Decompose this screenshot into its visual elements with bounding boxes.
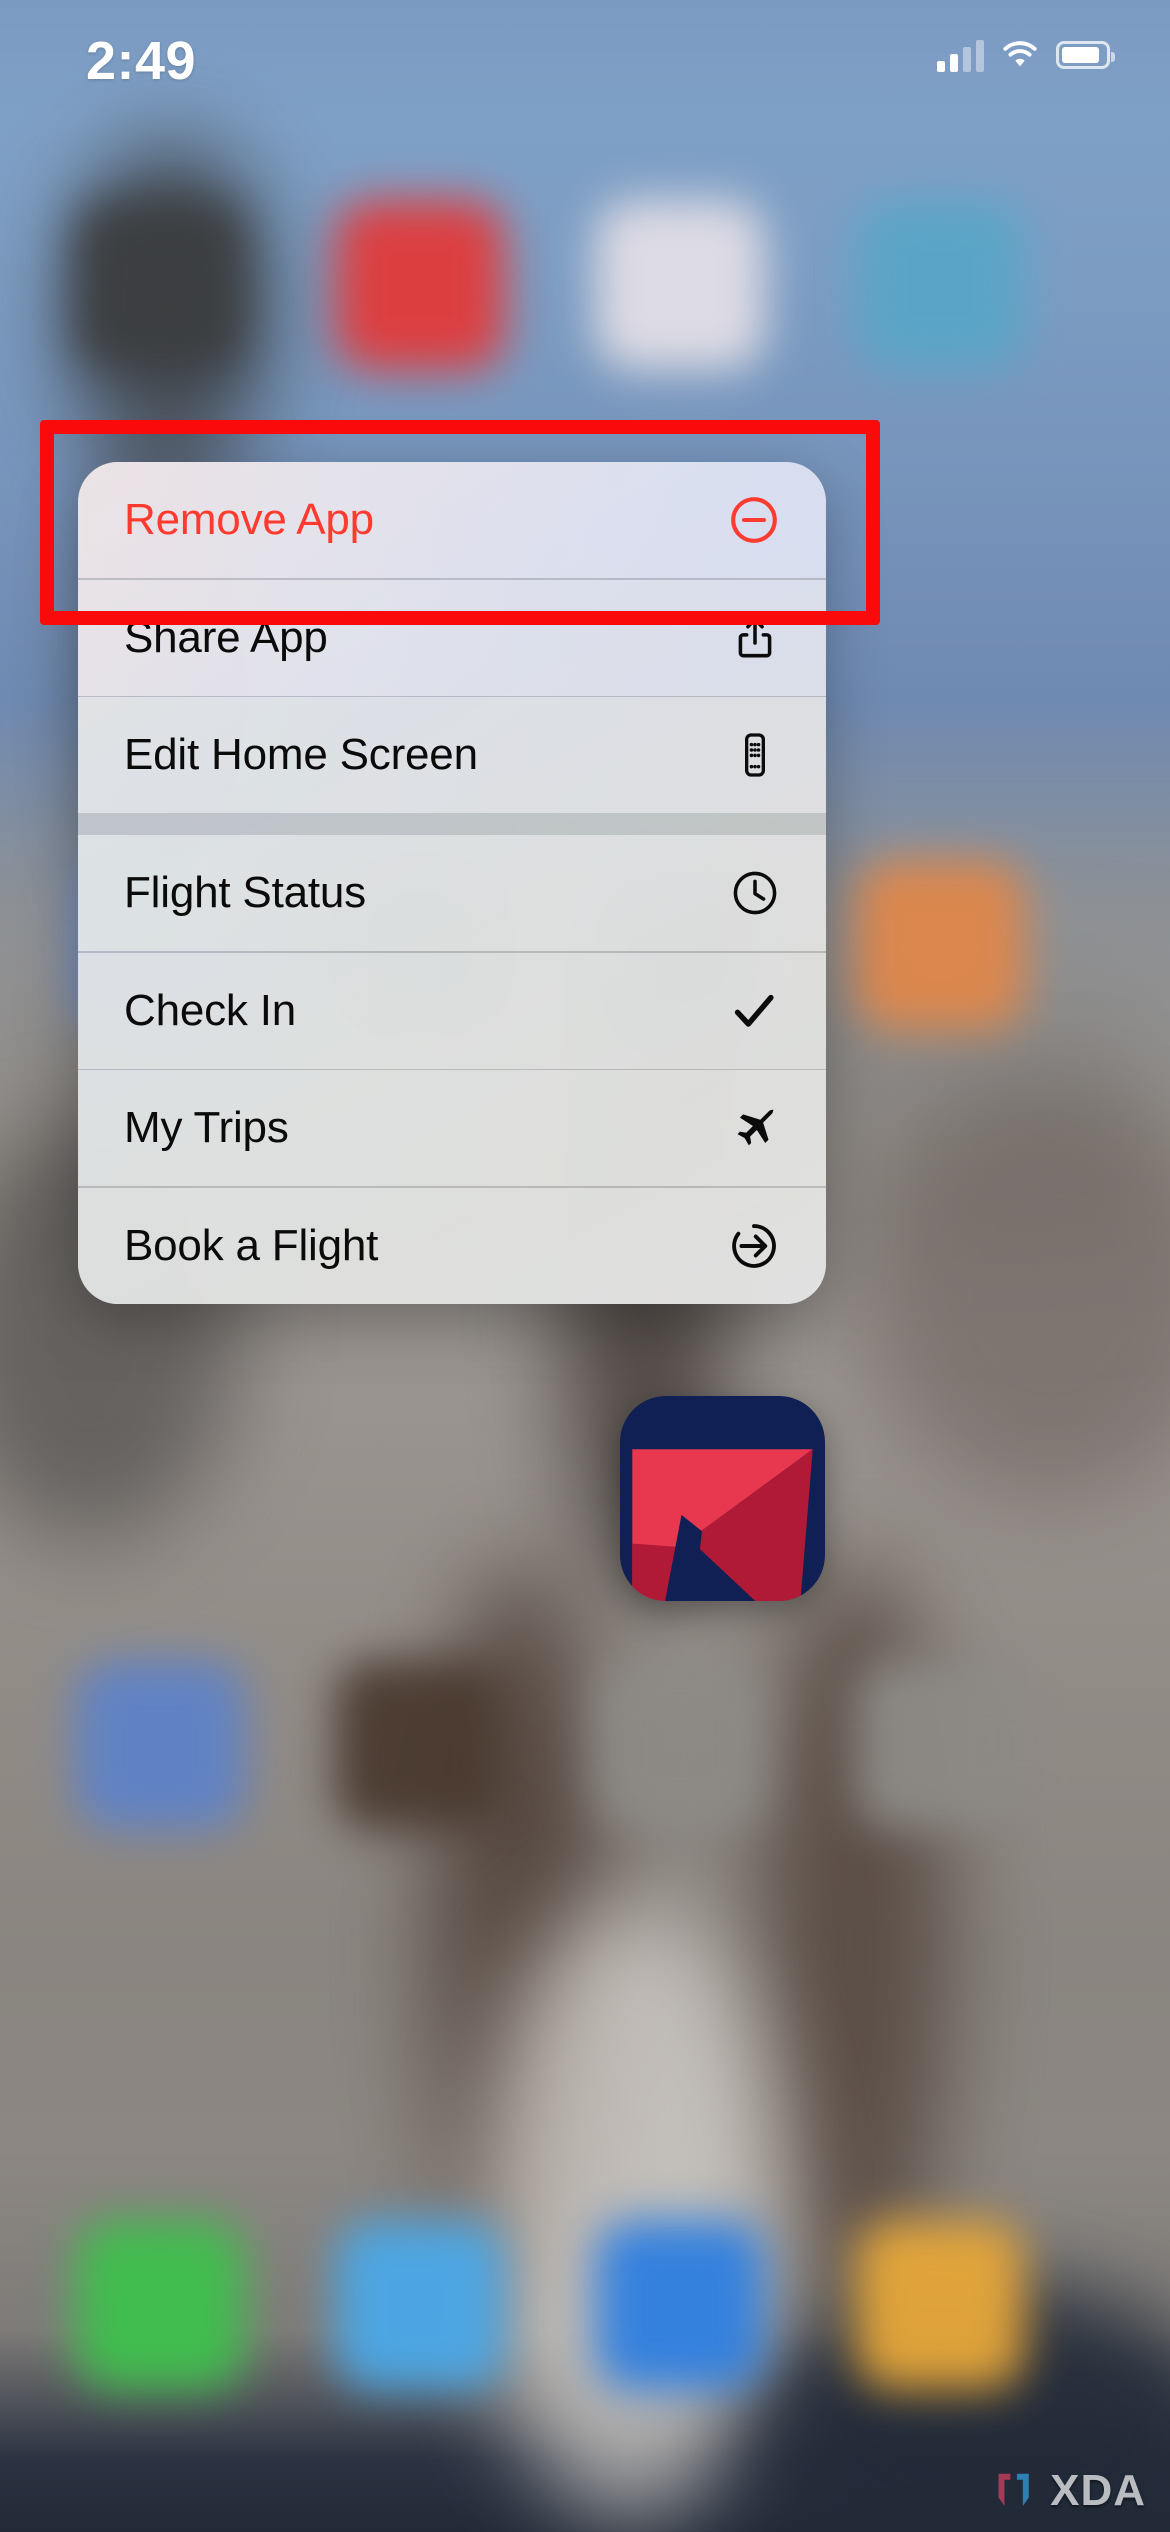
- context-menu-item-my-trips[interactable]: My Trips: [78, 1070, 826, 1186]
- context-menu-item-label: Check In: [124, 985, 297, 1035]
- blurred-app-icon-9[interactable]: [75, 1660, 245, 1830]
- context-menu-item-flight-status[interactable]: Flight Status: [78, 835, 826, 951]
- arrow-right-circle-icon: [718, 1220, 780, 1272]
- blurred-app-icon-1[interactable]: [75, 200, 245, 370]
- iphone-home-screen: 2:49 Remove App Share App Edit Home Scre…: [0, 0, 1170, 2532]
- context-menu-item-book-a-flight[interactable]: Book a Flight: [78, 1187, 826, 1304]
- context-menu-item-check-in[interactable]: Check In: [78, 952, 826, 1069]
- blurred-app-icon-4[interactable]: [855, 200, 1025, 370]
- clock-icon: [718, 868, 780, 918]
- blurred-app-icon-3[interactable]: [595, 200, 765, 370]
- edit-home-screen-icon: [718, 730, 780, 780]
- context-menu-item-label: Share App: [124, 612, 328, 662]
- context-menu-item-share-app[interactable]: Share App: [78, 579, 826, 696]
- app-context-menu[interactable]: Remove App Share App Edit Home Screen Fl…: [78, 462, 826, 1304]
- context-menu-item-remove-app[interactable]: Remove App: [78, 462, 826, 578]
- blurred-app-icon-14[interactable]: [335, 2220, 505, 2390]
- battery-icon: [1056, 41, 1115, 69]
- context-menu-item-label: Edit Home Screen: [124, 730, 478, 779]
- wallpaper-blob: [480, 1900, 780, 2520]
- delta-app-icon[interactable]: [620, 1396, 825, 1601]
- blurred-app-icon-12[interactable]: [855, 1660, 1025, 1830]
- xda-wordmark: XDA: [1050, 2466, 1146, 2515]
- status-bar-indicators: [937, 38, 1115, 72]
- blurred-app-icon-10[interactable]: [335, 1660, 505, 1830]
- context-menu-item-label: My Trips: [124, 1103, 289, 1152]
- airplane-icon: [718, 1102, 780, 1154]
- blurred-app-icon-13[interactable]: [75, 2220, 245, 2390]
- cellular-signal-icon: [937, 38, 984, 72]
- blurred-app-icon-15[interactable]: [595, 2220, 765, 2390]
- status-bar-clock: 2:49: [86, 31, 197, 91]
- status-bar: 2:49: [0, 0, 1170, 120]
- xda-watermark: XDA: [992, 2466, 1146, 2516]
- blurred-app-icon-2[interactable]: [335, 200, 505, 370]
- minus-circle-icon: [718, 494, 780, 546]
- context-menu-item-edit-home-screen[interactable]: Edit Home Screen: [78, 697, 826, 813]
- context-menu-section-divider: [78, 813, 826, 835]
- blurred-app-icon-16[interactable]: [855, 2220, 1025, 2390]
- context-menu-item-label: Book a Flight: [124, 1220, 379, 1270]
- context-menu-item-label: Remove App: [124, 495, 374, 544]
- xda-bracket-icon: [998, 2473, 1029, 2506]
- blurred-app-icon-8[interactable]: [855, 860, 1025, 1030]
- share-icon: [718, 613, 780, 663]
- context-menu-item-label: Flight Status: [124, 868, 366, 917]
- blurred-app-icon-11[interactable]: [595, 1660, 765, 1830]
- wifi-icon: [1003, 41, 1037, 67]
- checkmark-icon: [718, 985, 780, 1037]
